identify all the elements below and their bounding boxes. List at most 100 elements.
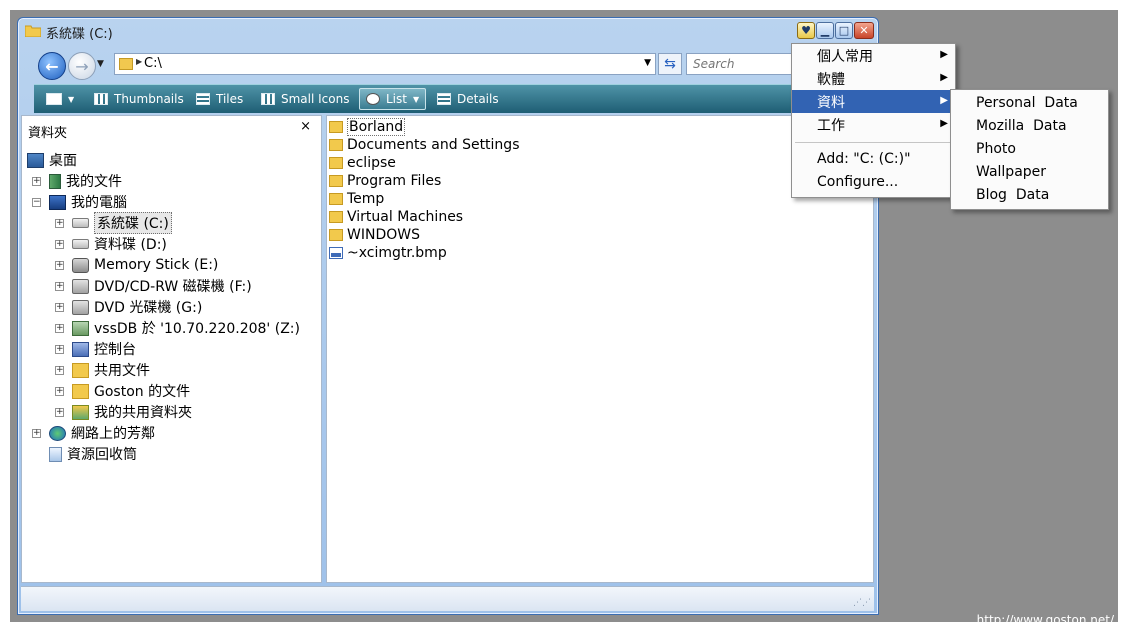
view-toolbar: ▼ Thumbnails Tiles Small Icons List ▼ Det… (34, 84, 876, 113)
expand-icon[interactable]: + (55, 366, 64, 375)
submenu-item-personal-data[interactable]: Personal Data (951, 91, 1108, 114)
submenu-item-mozilla-data[interactable]: Mozilla Data (951, 114, 1108, 137)
tree-item-recycle-bin[interactable]: 資源回收筒 (49, 444, 137, 464)
list-label: List (386, 92, 407, 106)
menu-item-label: Blog Data (976, 186, 1050, 203)
history-dropdown-icon[interactable]: ▼ (97, 59, 104, 69)
folder-icon (119, 58, 133, 70)
list-item[interactable]: Temp (329, 190, 384, 208)
details-button[interactable]: Details (437, 85, 499, 113)
file-name: Temp (347, 191, 385, 207)
expand-icon[interactable]: + (55, 219, 64, 228)
address-bar[interactable]: ▶ C:\ ▼ (114, 53, 656, 75)
clipmenu-icon[interactable]: ♥ (797, 22, 815, 39)
search-box[interactable] (686, 53, 796, 75)
clock-icon (366, 93, 380, 105)
bitmap-file-icon (329, 247, 343, 259)
menu-item-label: Photo (976, 140, 1016, 157)
tree-item-label: 控制台 (94, 342, 136, 358)
thumbnails-icon (94, 93, 108, 105)
expand-icon[interactable]: + (32, 177, 41, 186)
tiles-button[interactable]: Tiles (196, 85, 243, 113)
tree-item-drive-d[interactable]: 資料碟 (D:) (72, 234, 167, 254)
tree-item-my-documents[interactable]: 我的文件 (49, 171, 122, 191)
expand-icon[interactable]: + (32, 429, 41, 438)
file-name: Virtual Machines (347, 209, 464, 225)
thumbnails-label: Thumbnails (114, 92, 184, 106)
collapse-icon[interactable]: − (32, 198, 41, 207)
tree-item-control-panel[interactable]: 控制台 (72, 339, 136, 359)
tree-item-my-computer[interactable]: 我的電腦 (49, 192, 127, 212)
window-title: 系統碟 (C:) (46, 27, 113, 42)
submenu-item-wallpaper[interactable]: Wallpaper (951, 160, 1108, 183)
tree-item-label: vssDB 於 '10.70.220.208' (Z:) (94, 321, 300, 337)
small-icons-icon (261, 93, 275, 105)
list-item[interactable]: eclipse (329, 154, 396, 172)
back-button[interactable]: ← (38, 52, 66, 80)
menu-item-configure[interactable]: Configure... (792, 170, 955, 193)
tree-item-goston-documents[interactable]: Goston 的文件 (72, 381, 190, 401)
menu-item-add[interactable]: Add: "C: (C:)" (792, 147, 955, 170)
dvd-drive-icon (72, 278, 89, 294)
expand-icon[interactable]: + (55, 261, 64, 270)
expand-icon[interactable]: + (55, 303, 64, 312)
resize-grip-icon[interactable]: ⋰⋰ (853, 598, 871, 608)
refresh-button[interactable]: ⇆ (658, 53, 682, 75)
submenu-item-photo[interactable]: Photo (951, 137, 1108, 160)
tree-item-label: DVD/CD-RW 磁碟機 (F:) (94, 279, 252, 295)
list-item[interactable]: Documents and Settings (329, 136, 519, 154)
expand-icon[interactable]: + (55, 345, 64, 354)
tree-item-drive-e[interactable]: Memory Stick (E:) (72, 255, 218, 275)
menu-item-label: Mozilla Data (976, 117, 1067, 134)
tree-item-network[interactable]: 網路上的芳鄰 (49, 423, 155, 443)
title-bar[interactable]: 系統碟 (C:) ♥ ▁ □ ✕ (18, 18, 878, 44)
view-menu-button[interactable]: ▼ (46, 85, 74, 113)
expand-icon[interactable]: + (55, 282, 64, 291)
menu-item-data[interactable]: 資料 ▶ (792, 90, 955, 113)
file-name: eclipse (347, 155, 396, 171)
refresh-icon: ⇆ (664, 56, 676, 72)
forward-button[interactable]: → (68, 52, 96, 80)
expand-icon[interactable]: + (55, 240, 64, 249)
minimize-button[interactable]: ▁ (816, 22, 834, 39)
expand-icon[interactable]: + (55, 324, 64, 333)
tree-item-drive-g[interactable]: DVD 光碟機 (G:) (72, 297, 202, 317)
tree-item-desktop[interactable]: 桌面 (27, 150, 77, 170)
thumbnails-button[interactable]: Thumbnails (94, 85, 184, 113)
menu-item-label: Wallpaper (976, 163, 1047, 180)
menu-item-work[interactable]: 工作 ▶ (792, 113, 955, 136)
list-item[interactable]: Program Files (329, 172, 441, 190)
expand-icon[interactable]: + (55, 408, 64, 417)
menu-separator (795, 142, 952, 143)
menu-item-favorites[interactable]: 個人常用 ▶ (792, 44, 955, 67)
menu-item-software[interactable]: 軟體 ▶ (792, 67, 955, 90)
maximize-button[interactable]: □ (835, 22, 853, 39)
list-item[interactable]: Virtual Machines (329, 208, 463, 226)
list-item[interactable]: Borland (329, 118, 406, 136)
tree-item-my-shared-folder[interactable]: 我的共用資料夾 (72, 402, 192, 422)
close-button[interactable]: ✕ (854, 22, 874, 39)
submenu-item-blog-data[interactable]: Blog Data (951, 183, 1108, 206)
submenu-arrow-icon: ▶ (940, 49, 948, 60)
close-pane-icon[interactable]: × (300, 119, 311, 134)
folder-icon (72, 362, 89, 378)
file-name: WINDOWS (347, 227, 420, 243)
list-item[interactable]: ~xcimgtr.bmp (329, 244, 447, 262)
view-pane-icon (46, 93, 62, 105)
small-icons-button[interactable]: Small Icons (261, 85, 349, 113)
tree-item-drive-z[interactable]: vssDB 於 '10.70.220.208' (Z:) (72, 318, 300, 338)
tree-item-label: 網路上的芳鄰 (71, 426, 155, 442)
search-input[interactable] (687, 54, 795, 74)
explorer-window: 系統碟 (C:) ♥ ▁ □ ✕ ← → ▼ ▶ C:\ ▼ ⇆ ▼ Thumb… (17, 17, 879, 615)
dvd-drive-icon (72, 299, 89, 315)
breadcrumb-arrow-icon[interactable]: ▶ (136, 57, 142, 66)
tree-item-drive-f[interactable]: DVD/CD-RW 磁碟機 (F:) (72, 276, 252, 296)
address-dropdown-icon[interactable]: ▼ (644, 58, 651, 68)
tree-item-drive-c[interactable]: 系統碟 (C:) (72, 212, 172, 234)
tree-item-shared-documents[interactable]: 共用文件 (72, 360, 150, 380)
list-item[interactable]: WINDOWS (329, 226, 420, 244)
expand-icon[interactable]: + (55, 387, 64, 396)
submenu-arrow-icon: ▶ (940, 118, 948, 129)
status-bar: ⋰⋰ (21, 586, 874, 611)
list-button[interactable]: List ▼ (359, 88, 427, 110)
